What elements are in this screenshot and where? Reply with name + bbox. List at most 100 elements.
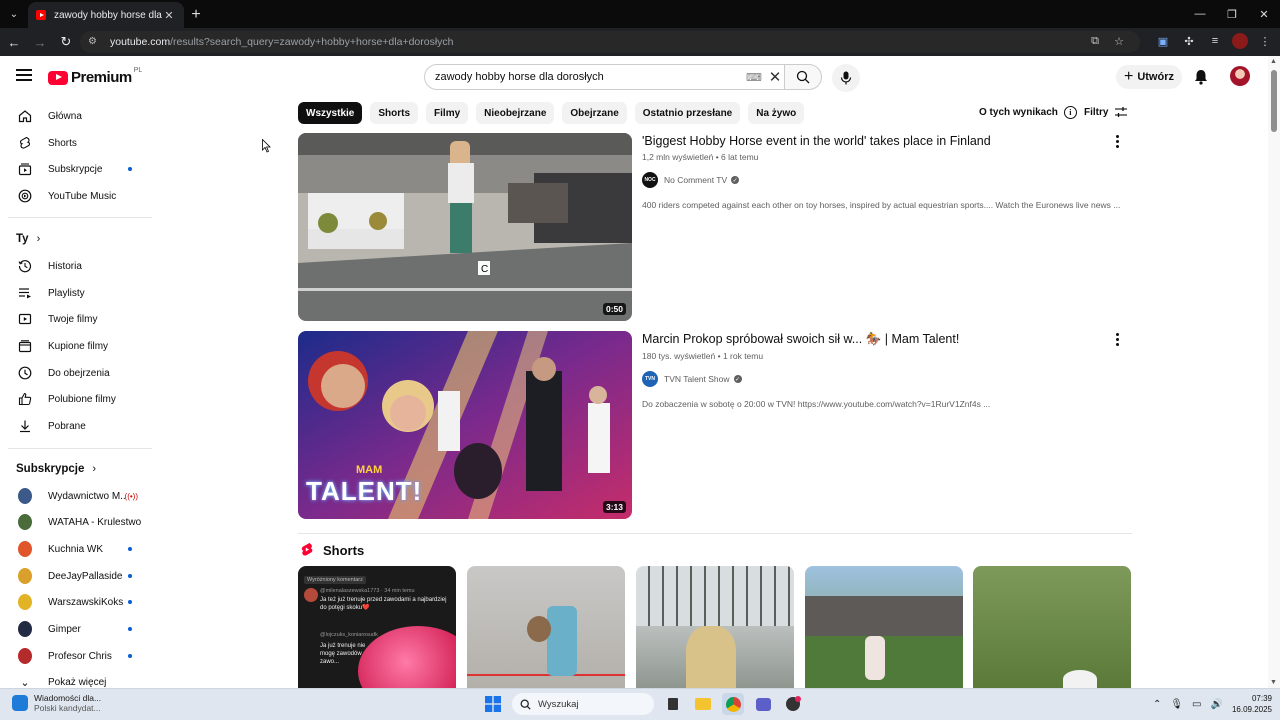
chip-watched[interactable]: Obejrzane [562,102,627,124]
search-button[interactable] [784,64,822,90]
watch-later-icon [18,366,32,380]
browser-profile-avatar[interactable] [1232,33,1248,49]
keyboard-icon[interactable]: ⌨ [746,71,764,84]
short-video[interactable] [467,566,625,688]
buildings-image [805,596,963,636]
volume-icon[interactable]: 🔊 [1211,699,1223,710]
tab-title: zawody hobby horse dla dorosłych [54,9,162,21]
teams-icon[interactable] [752,693,774,715]
clear-search-icon[interactable]: ✕ [764,68,786,86]
browser-tab[interactable]: zawody hobby horse dla dorosłych ✕ [28,2,184,28]
subscription-channel[interactable]: WarszawskiKoks [8,589,148,615]
windows-start-icon[interactable] [482,693,504,715]
reading-list-icon[interactable]: ≡ [1206,32,1224,50]
tab-search-icon[interactable]: ⌄ [0,0,28,28]
notifications-bell-icon[interactable] [1192,68,1210,86]
video-result[interactable]: C 0:50 'Biggest Hobby Horse event in the… [298,133,1132,321]
scroll-up-icon[interactable]: ▲ [1270,58,1277,65]
chip-all[interactable]: Wszystkie [298,102,363,124]
task-view-icon[interactable] [662,693,684,715]
account-avatar[interactable] [1230,66,1250,86]
tray-microphone-icon[interactable]: 🎙 [1170,699,1183,710]
shorts-shelf-heading: Shorts [300,542,364,558]
site-info-icon[interactable]: ⚙ [88,36,100,48]
short-video[interactable] [973,566,1131,688]
forward-icon[interactable]: → [28,30,52,54]
sidebar-item-label: Główna [48,110,82,122]
sidebar-item-home[interactable]: Główna [8,103,148,129]
sidebar-you-heading[interactable]: Ty › [16,233,40,245]
search-box[interactable]: zawody hobby horse dla dorosłych ⌨ ✕ [424,64,786,90]
search-input[interactable]: zawody hobby horse dla dorosłych [435,71,746,83]
sidebar-subscriptions-heading[interactable]: Subskrypcje › [16,463,96,475]
create-button[interactable]: + Utwórz [1116,65,1182,89]
chip-live[interactable]: Na żywo [748,102,805,124]
minimize-icon[interactable]: — [1184,0,1216,28]
chip-unwatched[interactable]: Nieobejrzane [476,102,555,124]
rider-image [865,636,885,680]
youtube-premium-logo[interactable]: Premium PL [48,67,142,86]
menu-icon[interactable] [16,69,32,81]
chip-videos[interactable]: Filmy [426,102,469,124]
subscription-channel[interactable]: Gimper [8,616,148,642]
more-actions-icon[interactable] [1112,331,1122,347]
install-app-icon[interactable]: ⧉ [1088,35,1102,48]
reload-icon[interactable]: ↻ [54,30,78,54]
sidebar-item-your-videos[interactable]: Twoje filmy [8,306,148,332]
sidebar-item-watch-later[interactable]: Do obejrzenia [8,360,148,386]
video-thumbnail[interactable]: MAM TALENT! 3:13 [298,331,632,519]
video-title[interactable]: 'Biggest Hobby Horse event in the world'… [642,134,1112,148]
sidebar-item-youtube-music[interactable]: YouTube Music [8,183,148,209]
video-channel[interactable]: NOC No Comment TV ✓ [642,172,1112,188]
sidebar-item-subscriptions[interactable]: Subskrypcje [8,156,148,182]
scrollbar-thumb[interactable] [1271,70,1277,132]
sidebar-item-purchases[interactable]: Kupione filmy [8,333,148,359]
tray-overflow-icon[interactable]: ⌃ [1153,699,1161,710]
back-icon[interactable]: ← [2,30,26,54]
news-widget[interactable]: Wiadomości dla... Polski kandydat... [12,693,101,713]
app-icon[interactable] [782,693,804,715]
file-explorer-icon[interactable] [692,693,714,715]
show-more-button[interactable]: ⌄ Pokaż więcej [8,669,148,689]
taskbar-search[interactable]: Wyszukaj [512,693,654,715]
voice-search-button[interactable] [832,64,860,92]
address-bar[interactable]: ⚙ youtube.com/results?search_query=zawod… [80,31,1140,53]
restore-icon[interactable]: ❐ [1216,0,1248,28]
chip-shorts[interactable]: Shorts [370,102,419,124]
video-result[interactable]: MAM TALENT! 3:13 Marcin Prokop spróbował… [298,331,1132,519]
channel-avatar: NOC [642,172,658,188]
sidebar-item-history[interactable]: Historia [8,253,148,279]
tab-close-icon[interactable]: ✕ [162,9,176,22]
scroll-down-icon[interactable]: ▼ [1270,679,1277,686]
window-close-icon[interactable]: ✕ [1248,0,1280,28]
browser-menu-icon[interactable]: ⋮ [1256,32,1274,50]
chrome-icon[interactable] [722,693,744,715]
video-thumbnail[interactable]: C 0:50 [298,133,632,321]
chip-recently-uploaded[interactable]: Ostatnio przesłane [634,102,741,124]
subscription-channel[interactable]: Wydawnictwo M... ((•)) [8,483,148,509]
short-video[interactable] [636,566,794,688]
subscription-channel[interactable]: WATAHA - Krulestwo [8,509,148,535]
video-title[interactable]: Marcin Prokop spróbował swoich sił w... … [642,332,1112,347]
short-video[interactable] [805,566,963,688]
clock[interactable]: 07:39 16.09.2025 [1232,693,1272,715]
video-channel[interactable]: TVN TVN Talent Show ✓ [642,371,1112,387]
sidebar-item-liked-videos[interactable]: Polubione filmy [8,386,148,412]
extensions-icon[interactable]: ✣ [1180,32,1198,50]
sidebar-item-downloads[interactable]: Pobrane [8,413,148,439]
page-scrollbar[interactable]: ▲ ▼ [1268,56,1280,688]
short-video[interactable]: Wyróżniony komentarz @milenalaszewska177… [298,566,456,688]
sidebar-item-shorts[interactable]: Shorts [8,130,148,156]
svg-text:C: C [481,264,488,275]
subscription-channel[interactable]: DeeJayPallaside [8,563,148,589]
sidebar-item-playlists[interactable]: Playlisty [8,280,148,306]
bookmark-star-icon[interactable]: ☆ [1112,35,1126,48]
subscription-channel[interactable]: Profesor Chris [8,643,148,669]
translate-icon[interactable]: ▣ [1154,32,1172,50]
more-actions-icon[interactable] [1112,133,1122,149]
filters-button[interactable]: Filtry [1084,106,1128,118]
new-tab-icon[interactable]: + [184,2,208,28]
network-icon[interactable]: ▭ [1192,699,1201,710]
subscription-channel[interactable]: Kuchnia WK [8,536,148,562]
about-results-button[interactable]: O tych wynikach i [979,106,1077,119]
